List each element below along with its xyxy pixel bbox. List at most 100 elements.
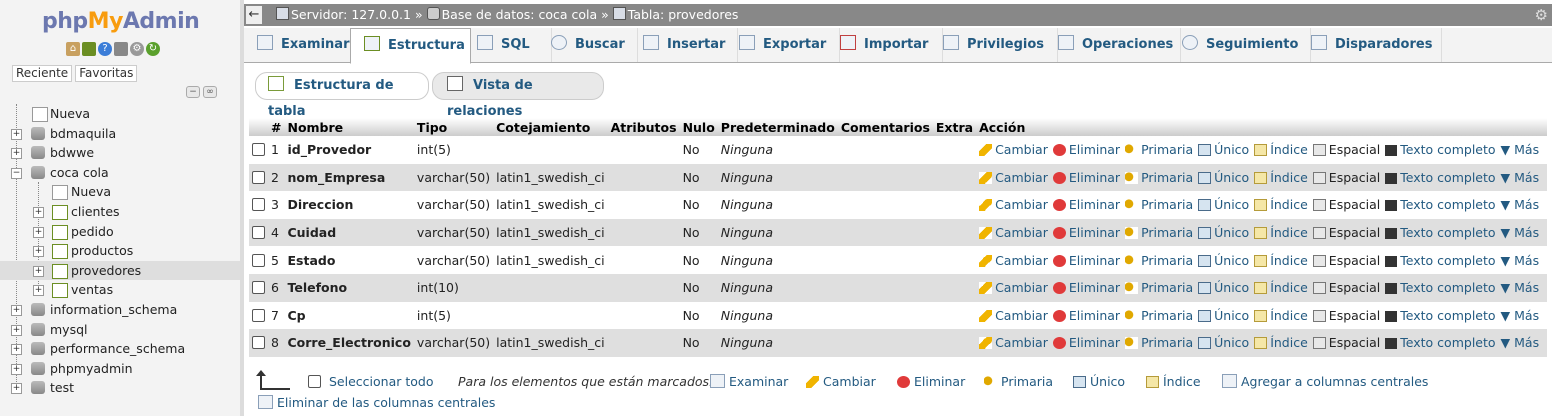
indice-button[interactable]: Índice <box>1254 170 1308 185</box>
primaria-button[interactable]: Primaria <box>1125 170 1193 185</box>
eliminar-button[interactable]: Eliminar <box>1052 280 1120 295</box>
tab-disparadores[interactable]: Disparadores <box>1297 28 1442 62</box>
gear-icon[interactable]: ⚙ <box>1535 4 1548 26</box>
mas-dropdown[interactable]: ▼ Más <box>1501 142 1540 157</box>
eliminar-button[interactable]: Eliminar <box>1052 253 1120 268</box>
col-header-default[interactable]: Predeterminado <box>717 118 838 136</box>
table-row[interactable]: 4 Cuidad varchar(50) latin1_swedish_ci No Nin… <box>249 218 1548 247</box>
select-all-checkbox[interactable]: Seleccionar todo <box>308 374 433 389</box>
expand-icon[interactable]: + <box>11 128 22 140</box>
tab-operaciones[interactable]: Operaciones <box>1045 28 1181 62</box>
table-row[interactable]: 6 Telefono int(10) No Ninguna Cambiar Eliminar… <box>249 273 1548 302</box>
indice-button[interactable]: Índice <box>1254 225 1308 240</box>
table-row[interactable]: 1 id_Provedor int(5) No Ninguna Cambiar Elimin… <box>249 136 1548 164</box>
mas-dropdown[interactable]: ▼ Más <box>1501 335 1540 350</box>
help-icon[interactable]: ? <box>98 42 112 56</box>
tree-item-coca-cola[interactable]: − coca cola <box>0 163 240 183</box>
col-header-extra[interactable]: Extra <box>932 118 977 136</box>
row-checkbox[interactable] <box>252 226 265 240</box>
breadcrumb-server[interactable]: Servidor: 127.0.0.1 <box>291 7 411 22</box>
primaria-button[interactable]: Primaria <box>1125 308 1193 323</box>
cambiar-button[interactable]: Cambiar <box>979 280 1048 295</box>
tree-item-performance-schema[interactable]: + performance_schema <box>0 339 240 359</box>
eliminar-button[interactable]: Eliminar <box>1052 197 1120 212</box>
recent-tab[interactable]: Reciente <box>12 65 73 82</box>
tab-importar[interactable]: Importar <box>828 28 943 62</box>
row-checkbox[interactable] <box>252 170 265 184</box>
table-row[interactable]: 8 Corre_Electronico varchar(50) latin1_swed… <box>249 329 1548 357</box>
indice-button[interactable]: Índice <box>1254 335 1308 350</box>
bulk-drop-button[interactable]: Eliminar <box>897 374 965 389</box>
bulk-change-button[interactable]: Cambiar <box>806 374 876 389</box>
tab-buscar[interactable]: Buscar <box>538 28 638 62</box>
primaria-button[interactable]: Primaria <box>1125 142 1193 157</box>
espacial-button[interactable]: Espacial <box>1312 253 1380 268</box>
col-header-attributes[interactable]: Atributos <box>607 118 680 136</box>
indice-button[interactable]: Índice <box>1254 308 1308 323</box>
espacial-button[interactable]: Espacial <box>1312 225 1380 240</box>
settings-icon[interactable]: ⚙ <box>130 42 144 56</box>
row-checkbox[interactable] <box>252 281 265 295</box>
espacial-button[interactable]: Espacial <box>1312 335 1380 350</box>
espacial-button[interactable]: Espacial <box>1312 308 1380 323</box>
col-header-null[interactable]: Nulo <box>679 118 718 136</box>
link-with-main-icon[interactable]: ∞ <box>203 86 217 98</box>
expand-icon[interactable]: + <box>11 304 22 316</box>
tree-item-bdmaquila[interactable]: + bdmaquila <box>0 124 240 144</box>
row-checkbox[interactable] <box>252 143 265 157</box>
tree-item-clientes[interactable]: + clientes <box>0 202 240 222</box>
tree-item-bdwwe[interactable]: + bdwwe <box>0 143 240 163</box>
favorites-tab[interactable]: Favoritas <box>75 65 138 82</box>
tab-estructura[interactable]: Estructura <box>350 28 471 64</box>
expand-icon[interactable]: + <box>11 324 22 336</box>
cambiar-button[interactable]: Cambiar <box>979 308 1048 323</box>
tree-item-new-table[interactable]: Nueva <box>0 182 240 202</box>
texto-completo-button[interactable]: Texto completo <box>1385 197 1496 212</box>
tree-item-productos[interactable]: + productos <box>0 241 240 261</box>
tree-item-mysql[interactable]: + mysql <box>0 320 240 340</box>
eliminar-button[interactable]: Eliminar <box>1052 170 1120 185</box>
espacial-button[interactable]: Espacial <box>1312 170 1380 185</box>
col-header-comments[interactable]: Comentarios <box>837 118 933 136</box>
eliminar-button[interactable]: Eliminar <box>1052 225 1120 240</box>
bulk-unique-button[interactable]: Único <box>1073 374 1125 389</box>
subtab-table-structure[interactable]: Estructura de tabla <box>255 72 429 119</box>
cambiar-button[interactable]: Cambiar <box>979 197 1048 212</box>
expand-icon[interactable]: + <box>33 265 44 277</box>
texto-completo-button[interactable]: Texto completo <box>1385 170 1496 185</box>
tree-item-new-db[interactable]: Nueva <box>0 104 240 124</box>
espacial-button[interactable]: Espacial <box>1312 280 1380 295</box>
col-header-type[interactable]: Tipo <box>413 118 494 136</box>
primaria-button[interactable]: Primaria <box>1125 197 1193 212</box>
tab-privilegios[interactable]: Privilegios <box>930 28 1058 62</box>
unico-button[interactable]: Único <box>1198 142 1249 157</box>
unico-button[interactable]: Único <box>1198 280 1249 295</box>
espacial-button[interactable]: Espacial <box>1312 142 1380 157</box>
bulk-primary-button[interactable]: Primaria <box>984 374 1053 389</box>
row-checkbox[interactable] <box>252 336 265 350</box>
phpmyadmin-logo[interactable]: phpMyAdmin <box>42 9 200 34</box>
table-row[interactable]: 2 nom_Empresa varchar(50) latin1_swedish_ci… <box>249 163 1548 192</box>
unico-button[interactable]: Único <box>1198 253 1249 268</box>
mas-dropdown[interactable]: ▼ Más <box>1501 280 1540 295</box>
cambiar-button[interactable]: Cambiar <box>979 170 1048 185</box>
row-checkbox[interactable] <box>252 308 265 322</box>
mas-dropdown[interactable]: ▼ Más <box>1501 197 1540 212</box>
expand-icon[interactable]: + <box>11 148 22 160</box>
breadcrumb-database[interactable]: Base de datos: coca cola <box>442 7 598 22</box>
back-arrow-icon[interactable]: ← <box>246 6 262 24</box>
tab-exportar[interactable]: Exportar <box>726 28 840 62</box>
texto-completo-button[interactable]: Texto completo <box>1385 142 1496 157</box>
primaria-button[interactable]: Primaria <box>1125 335 1193 350</box>
tab-seguimiento[interactable]: Seguimiento <box>1168 28 1311 62</box>
tree-item-provedores[interactable]: + provedores <box>0 260 240 281</box>
home-icon[interactable]: ⌂ <box>66 42 80 56</box>
expand-icon[interactable]: + <box>33 206 44 218</box>
breadcrumb-table[interactable]: Tabla: provedores <box>628 7 739 22</box>
texto-completo-button[interactable]: Texto completo <box>1385 335 1496 350</box>
indice-button[interactable]: Índice <box>1254 197 1308 212</box>
table-row[interactable]: 5 Estado varchar(50) latin1_swedish_ci No Nin… <box>249 246 1548 274</box>
indice-button[interactable]: Índice <box>1254 280 1308 295</box>
collapse-icon[interactable]: − <box>11 167 22 179</box>
espacial-button[interactable]: Espacial <box>1312 197 1380 212</box>
